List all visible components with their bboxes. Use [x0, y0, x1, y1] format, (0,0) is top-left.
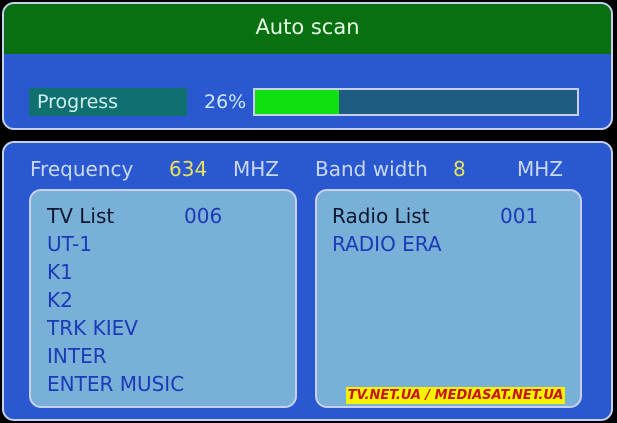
radio-list-label: Radio List — [332, 204, 430, 228]
progress-bar-fill — [255, 90, 339, 114]
frequency-label: Frequency — [30, 157, 134, 181]
tv-channel-list: UT-1 K1 K2 TRK KIEV INTER ENTER MUSIC — [47, 230, 184, 398]
frequency-unit: MHZ — [233, 157, 279, 181]
progress-percent: 26% — [204, 91, 247, 113]
list-item[interactable]: RADIO ERA — [332, 230, 442, 258]
list-item[interactable]: K1 — [47, 258, 184, 286]
watermark: TV.NET.UA / MEDIASAT.NET.UA — [346, 387, 565, 404]
tv-list-label: TV List — [47, 204, 115, 228]
bandwidth-label: Band width — [315, 157, 428, 181]
list-item[interactable]: INTER — [47, 342, 184, 370]
page-title: Auto scan — [4, 4, 611, 54]
progress-label: Progress — [29, 88, 187, 116]
frequency-value: 634 — [169, 157, 208, 181]
radio-list-count: 001 — [500, 204, 539, 228]
list-item[interactable]: TRK KIEV — [47, 314, 184, 342]
list-item[interactable]: UT-1 — [47, 230, 184, 258]
progress-bar — [253, 88, 579, 116]
bandwidth-value: 8 — [453, 157, 466, 181]
radio-channel-list: RADIO ERA — [332, 230, 442, 258]
list-item[interactable]: ENTER MUSIC — [47, 370, 184, 398]
list-item[interactable]: K2 — [47, 286, 184, 314]
tv-list-count: 006 — [184, 204, 223, 228]
bandwidth-unit: MHZ — [517, 157, 563, 181]
